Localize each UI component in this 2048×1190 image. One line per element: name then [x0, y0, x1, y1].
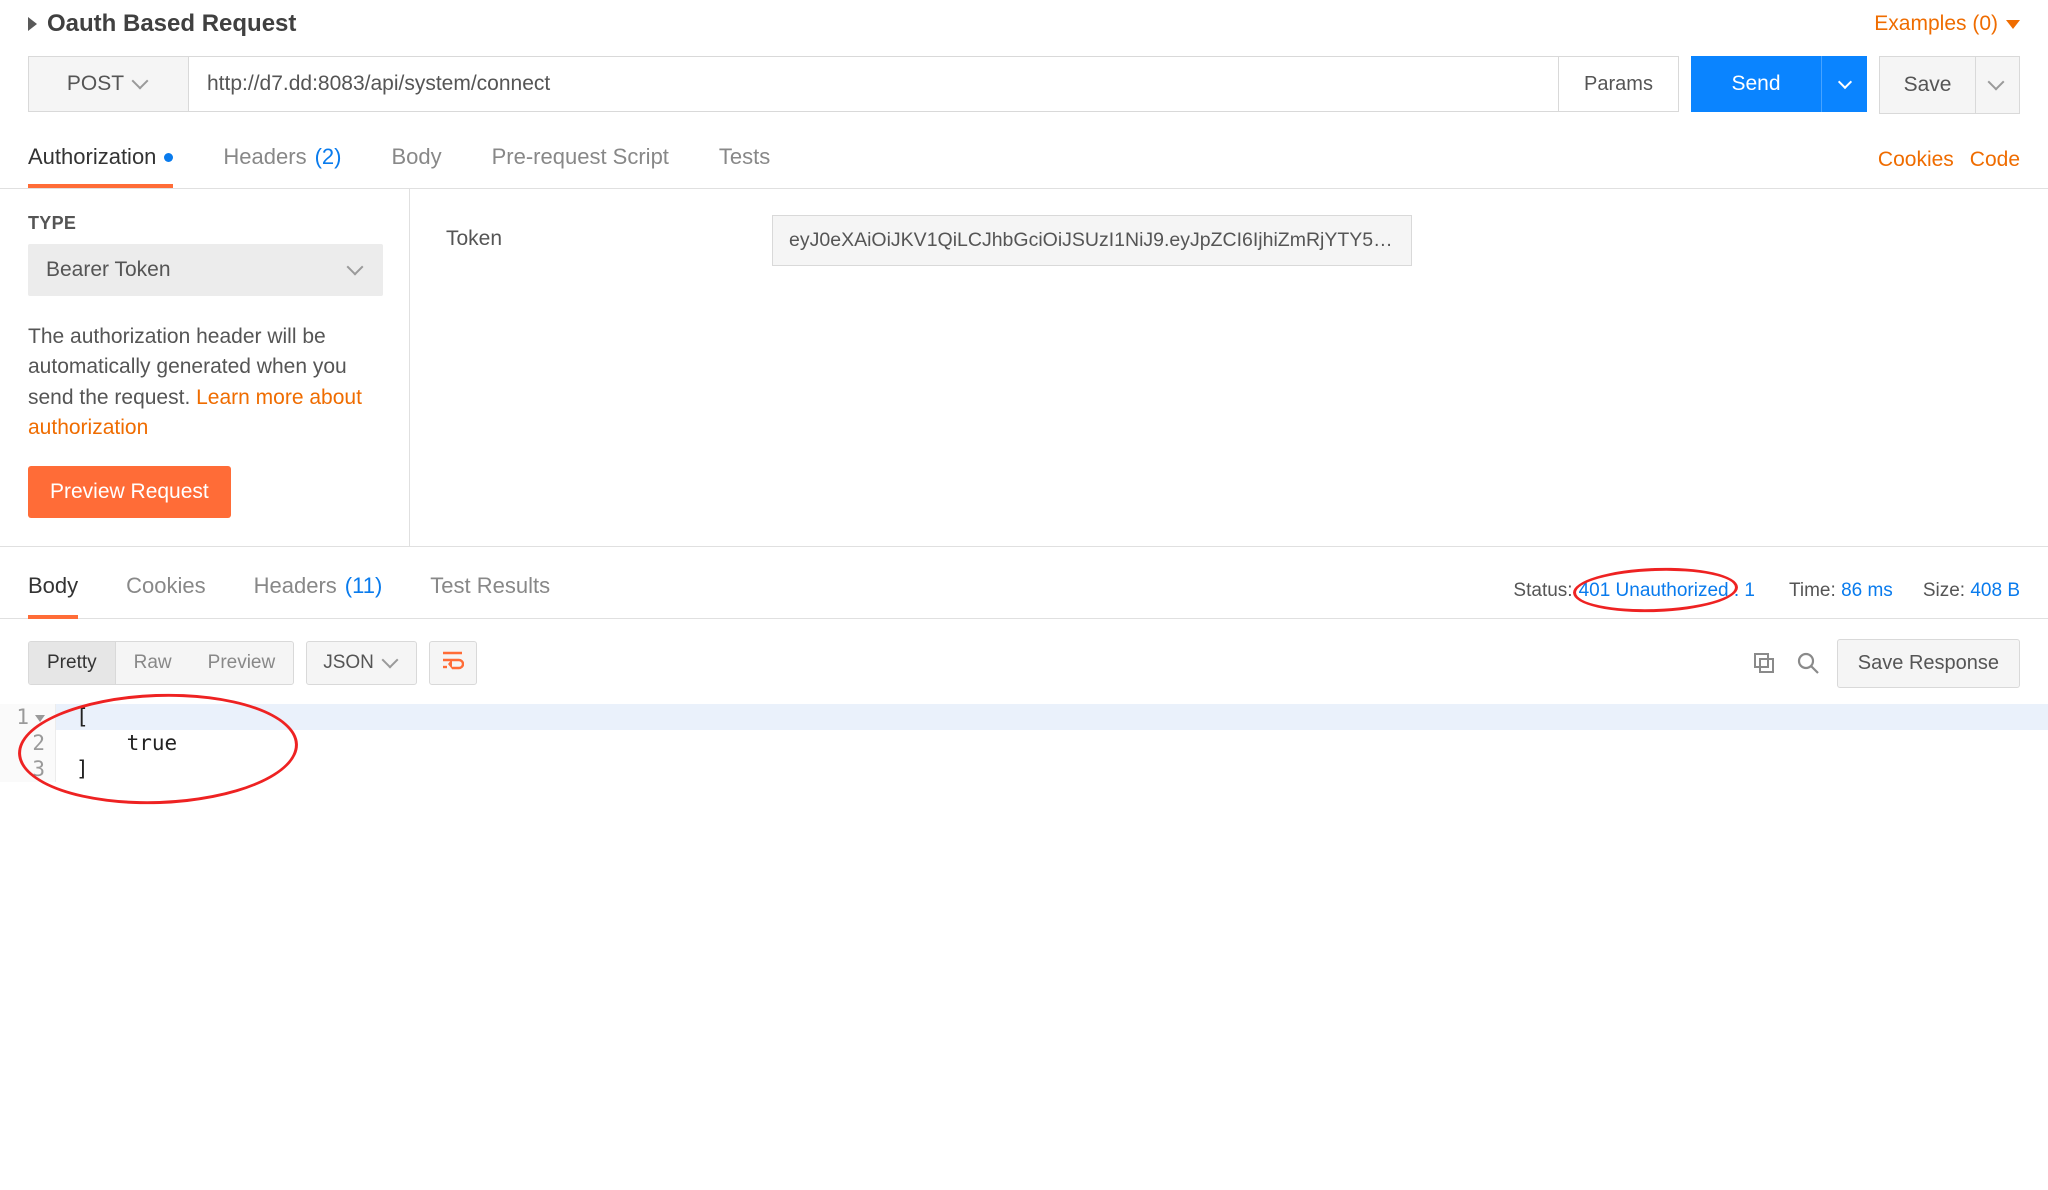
response-status: Status: 401 Unauthorized : 1 [1509, 578, 1759, 604]
line-wrap-toggle[interactable] [429, 641, 477, 685]
auth-help-text: The authorization header will be automat… [28, 322, 383, 444]
save-button[interactable]: Save [1880, 57, 1975, 113]
code-line: [ [56, 705, 89, 729]
chevron-down-icon [349, 265, 365, 275]
chevron-down-icon [134, 79, 150, 89]
view-pretty[interactable]: Pretty [29, 642, 116, 684]
examples-dropdown[interactable]: Examples (0) [1874, 12, 2020, 36]
token-label: Token [446, 215, 502, 251]
send-button[interactable]: Send [1691, 56, 1821, 112]
auth-type-select[interactable]: Bearer Token [28, 244, 383, 296]
response-time: Time: 86 ms [1789, 580, 1893, 602]
save-response-button[interactable]: Save Response [1837, 639, 2020, 688]
http-method-value: POST [67, 72, 124, 96]
search-icon [1796, 651, 1820, 675]
chevron-down-icon [1990, 80, 2006, 90]
tab-body[interactable]: Body [391, 132, 441, 188]
line-number: 2 [0, 730, 56, 756]
chevron-down-icon [1837, 75, 1851, 89]
response-size: Size: 408 B [1923, 580, 2020, 602]
response-tab-body[interactable]: Body [28, 563, 78, 619]
code-line: ] [56, 757, 89, 781]
save-options-button[interactable] [1975, 57, 2019, 113]
copy-icon [1752, 651, 1776, 675]
body-view-mode: Pretty Raw Preview [28, 641, 294, 685]
response-tab-headers[interactable]: Headers (11) [254, 563, 383, 619]
code-line: true [56, 731, 177, 755]
tab-prerequest-script[interactable]: Pre-request Script [492, 132, 669, 188]
line-number: 1 [0, 704, 56, 730]
status-value: 401 Unauthorized : 1 [1579, 580, 1755, 602]
send-options-button[interactable] [1821, 56, 1867, 112]
params-button[interactable]: Params [1558, 57, 1678, 111]
copy-response-button[interactable] [1749, 648, 1779, 678]
line-number: 3 [0, 756, 56, 782]
examples-label: Examples (0) [1874, 12, 1998, 36]
fold-icon[interactable] [35, 715, 45, 722]
search-response-button[interactable] [1793, 648, 1823, 678]
tab-authorization[interactable]: Authorization [28, 132, 173, 188]
tab-tests[interactable]: Tests [719, 132, 770, 188]
auth-type-value: Bearer Token [46, 258, 171, 282]
response-tab-test-results[interactable]: Test Results [430, 563, 550, 619]
preview-request-button[interactable]: Preview Request [28, 466, 231, 518]
url-input[interactable] [189, 57, 1558, 111]
code-link[interactable]: Code [1970, 148, 2020, 172]
modified-dot-icon [164, 153, 173, 162]
request-name: Oauth Based Request [47, 10, 296, 38]
response-tab-cookies[interactable]: Cookies [126, 563, 205, 619]
response-body-editor[interactable]: 1 [ 2 true 3 ] [0, 704, 2048, 782]
expand-icon[interactable] [28, 17, 37, 31]
auth-type-label: TYPE [28, 213, 383, 234]
wrap-icon [442, 650, 464, 670]
view-raw[interactable]: Raw [116, 642, 190, 684]
token-input[interactable]: eyJ0eXAiOiJKV1QiLCJhbGciOiJSUzI1NiJ9.eyJ… [772, 215, 1412, 266]
tab-headers[interactable]: Headers (2) [223, 132, 341, 188]
cookies-link[interactable]: Cookies [1878, 148, 1954, 172]
view-preview[interactable]: Preview [190, 642, 294, 684]
body-format-select[interactable]: JSON [306, 641, 417, 685]
http-method-select[interactable]: POST [29, 57, 189, 111]
chevron-down-icon [384, 658, 400, 668]
chevron-down-icon [2006, 20, 2020, 29]
